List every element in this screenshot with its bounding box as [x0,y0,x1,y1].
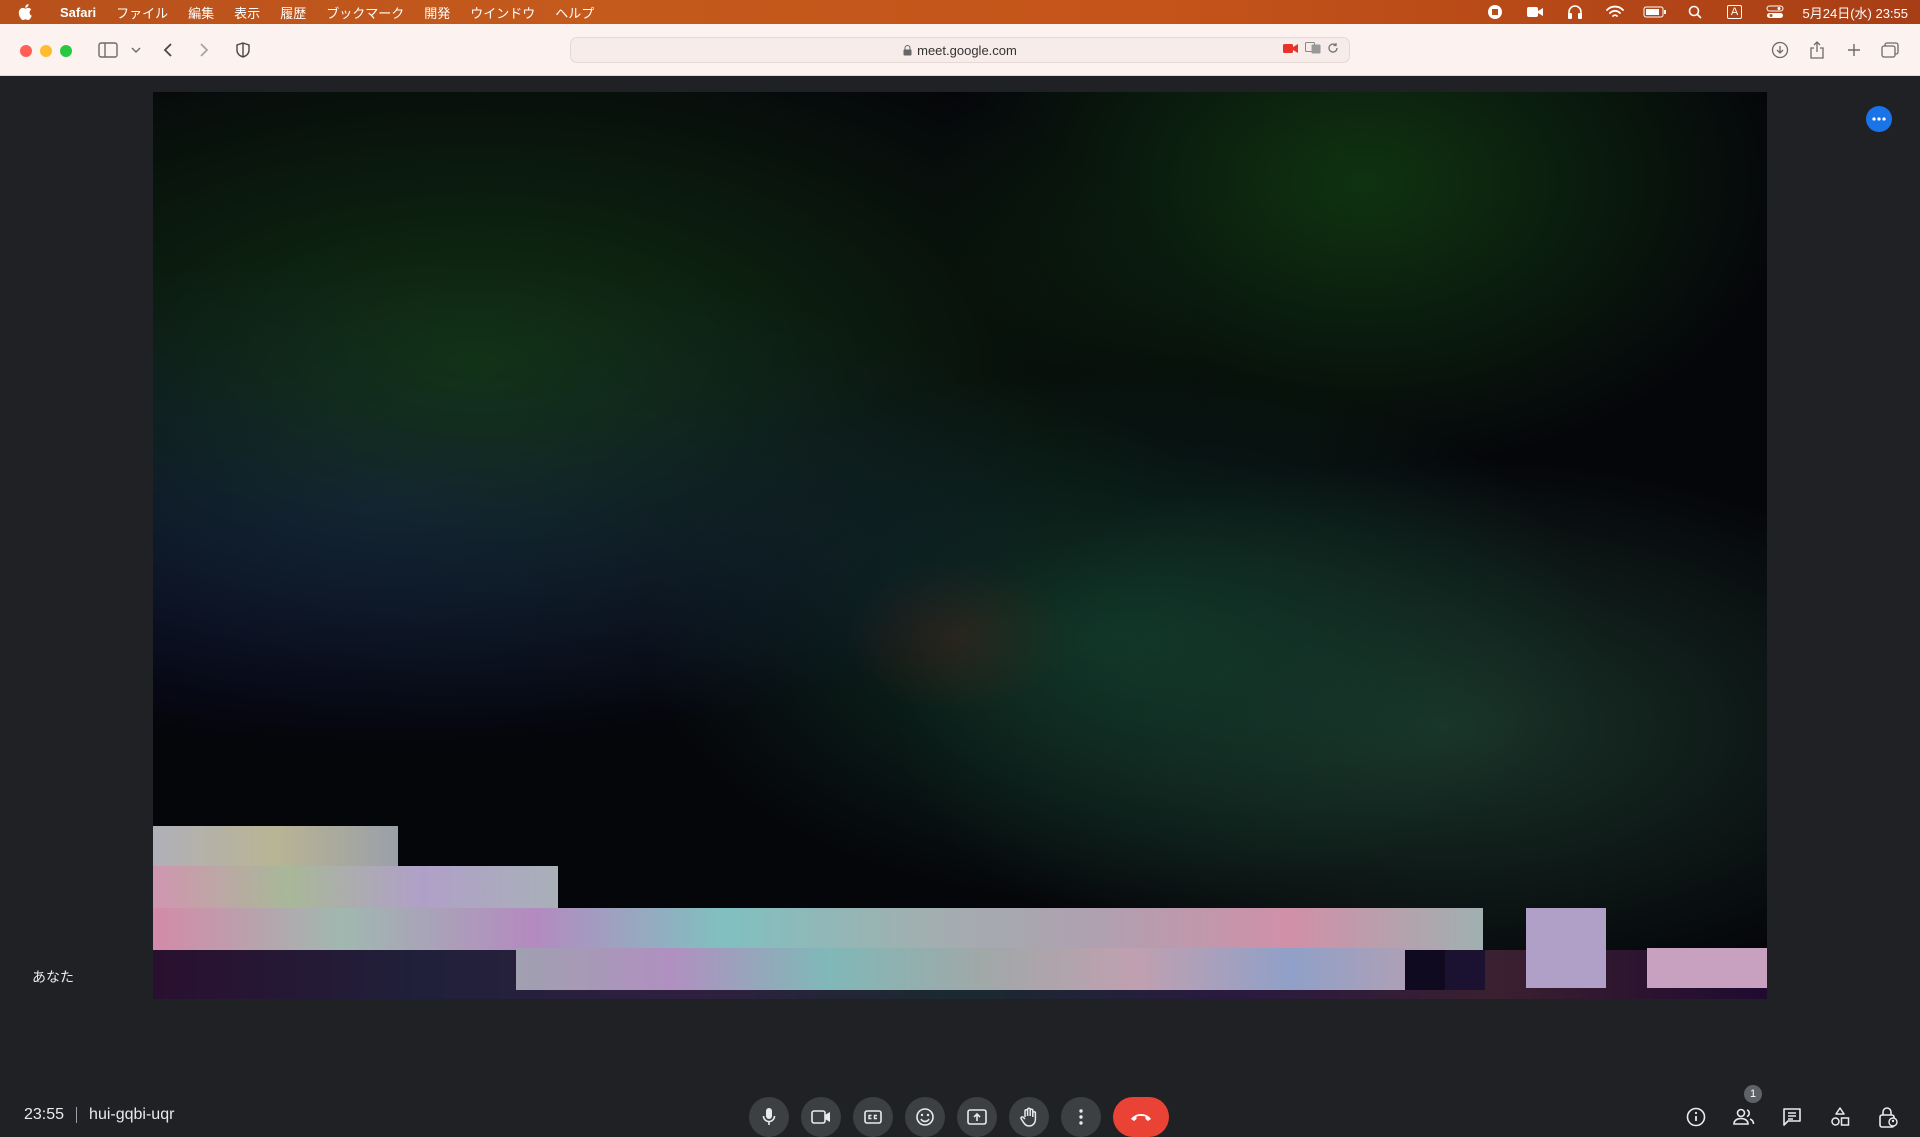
lock-person-icon [1879,1107,1898,1128]
menu-file[interactable]: ファイル [106,3,178,22]
call-controls [749,1097,1169,1137]
chat-button[interactable] [1772,1097,1812,1137]
vertical-dots-icon [1079,1109,1083,1125]
divider [76,1107,78,1123]
meeting-details-button[interactable] [1676,1097,1716,1137]
present-icon [967,1109,987,1125]
video-artifact [153,866,558,908]
wifi-icon[interactable] [1595,5,1635,19]
camera-in-use-icon[interactable] [1283,42,1299,57]
menu-history[interactable]: 履歴 [270,3,316,22]
macos-menu-bar: Safari ファイル 編集 表示 履歴 ブックマーク 開発 ウインドウ ヘルプ… [0,0,1920,24]
menu-window[interactable]: ウインドウ [460,3,545,22]
menubar-clock[interactable]: 5月24日(水) 23:55 [1803,3,1909,22]
lock-icon [903,44,912,56]
meeting-time: 23:55 [24,1106,65,1123]
participant-video [153,92,1767,999]
minimize-window-button[interactable] [40,45,52,57]
video-artifact [153,908,1483,950]
battery-icon[interactable] [1635,6,1675,18]
share-icon[interactable] [1805,38,1829,62]
video-artifact [1526,908,1606,988]
reactions-button[interactable] [905,1097,945,1137]
menu-edit[interactable]: 編集 [178,3,224,22]
menu-help[interactable]: ヘルプ [545,3,604,22]
captions-button[interactable] [853,1097,893,1137]
downloads-icon[interactable] [1768,38,1792,62]
chevron-down-icon[interactable] [124,38,148,62]
input-source-icon[interactable]: A [1715,5,1755,19]
menu-bookmarks[interactable]: ブックマーク [316,3,414,22]
raise-hand-button[interactable] [1009,1097,1049,1137]
back-button[interactable] [156,38,180,62]
captions-icon [864,1110,882,1124]
headphones-icon[interactable] [1555,4,1595,20]
people-icon [1733,1108,1755,1125]
meet-control-bar: 23:55 hui-gqbi-uqr 1 [0,1085,1920,1137]
privacy-shield-icon[interactable] [231,38,255,62]
more-options-button[interactable] [1061,1097,1101,1137]
meeting-info: 23:55 hui-gqbi-uqr [24,1106,174,1124]
video-artifact [1405,950,1445,990]
address-bar[interactable]: meet.google.com [570,37,1350,63]
apple-menu-icon[interactable] [18,4,36,20]
microphone-icon [762,1108,776,1125]
participant-count-badge: 1 [1744,1085,1762,1103]
leave-call-button[interactable] [1113,1097,1169,1137]
spotlight-search-icon[interactable] [1675,5,1715,19]
forward-button[interactable] [192,38,216,62]
zoom-window-button[interactable] [60,45,72,57]
hand-icon [1020,1107,1037,1127]
more-options-icon[interactable] [1866,106,1892,132]
camera-button[interactable] [801,1097,841,1137]
control-center-icon[interactable] [1755,5,1795,19]
close-window-button[interactable] [20,45,32,57]
safari-toolbar: meet.google.com [0,24,1920,76]
emoji-icon [916,1108,934,1126]
video-artifact [1647,948,1767,988]
menu-view[interactable]: 表示 [224,3,270,22]
menu-safari[interactable]: Safari [50,5,106,20]
menu-develop[interactable]: 開発 [414,3,460,22]
hang-up-icon [1131,1114,1151,1121]
url-text: meet.google.com [917,42,1017,58]
new-tab-icon[interactable] [1842,38,1866,62]
info-icon [1686,1107,1706,1127]
video-artifact [516,948,1446,990]
chat-icon [1783,1108,1801,1126]
microphone-button[interactable] [749,1097,789,1137]
activities-button[interactable] [1820,1097,1860,1137]
shapes-icon [1831,1107,1850,1126]
screen-record-icon[interactable] [1475,4,1515,20]
tab-overview-icon[interactable] [1878,38,1902,62]
self-tile-label: あなた [32,969,74,985]
meet-stage: あなた 23:55 hui-gqbi-uqr 1 [0,77,1920,1137]
video-artifact [153,826,398,866]
meeting-side-controls: 1 [1676,1085,1908,1137]
translate-icon[interactable] [1305,42,1321,57]
present-screen-button[interactable] [957,1097,997,1137]
window-controls [20,45,72,57]
camera-status-icon[interactable] [1515,5,1555,19]
host-controls-button[interactable] [1868,1097,1908,1137]
people-button[interactable]: 1 [1724,1085,1764,1137]
meeting-code[interactable]: hui-gqbi-uqr [89,1106,174,1124]
reload-icon[interactable] [1327,42,1339,57]
sidebar-toggle-icon[interactable] [96,38,120,62]
video-camera-icon [811,1110,830,1124]
